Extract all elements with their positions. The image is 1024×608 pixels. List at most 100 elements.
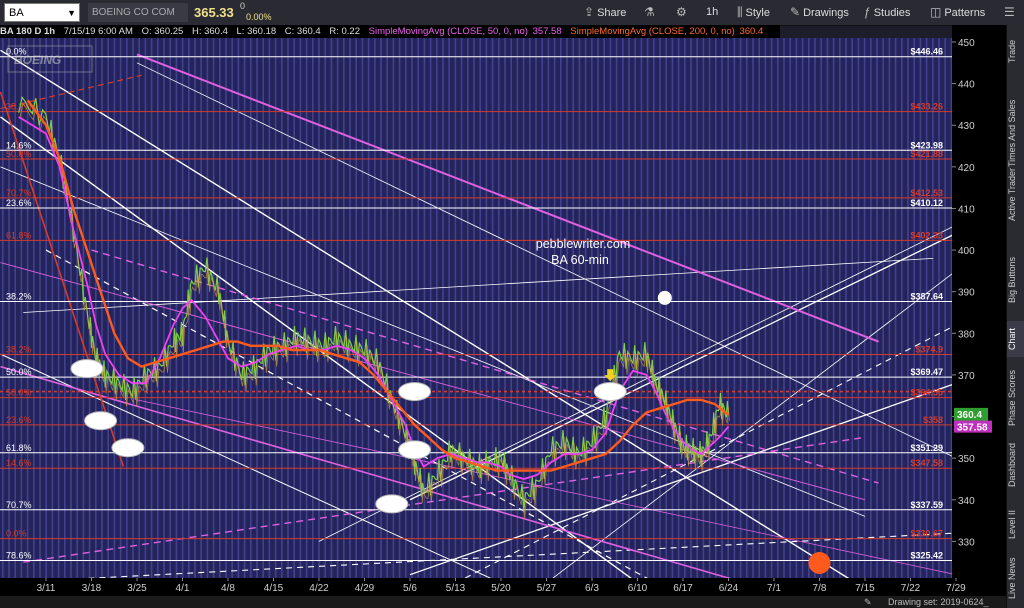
fib-price-label: $387.64: [910, 292, 943, 302]
interval-selector[interactable]: 1h: [706, 3, 718, 22]
grid-stripe: [225, 38, 227, 578]
grid-stripe: [126, 38, 128, 578]
price-axis[interactable]: 3203303403503603703803904004104204304404…: [952, 25, 1006, 590]
grid-stripe: [169, 38, 171, 578]
grid-stripe: [857, 38, 860, 578]
x-tick-label: 7/22: [901, 583, 921, 594]
grid-stripe: [57, 38, 60, 578]
grid-stripe: [702, 38, 705, 578]
x-tick-label: 7/1: [767, 583, 781, 594]
symbol-text: BA: [9, 7, 24, 19]
grid-stripe: [876, 38, 878, 578]
fib-price-label: $358: [923, 415, 943, 425]
grid-stripe: [795, 38, 798, 578]
company-name-field: BOEING CO COM: [88, 3, 188, 22]
studies-button[interactable]: ƒ Studies: [864, 3, 910, 22]
grid-stripe: [696, 38, 698, 578]
style-button[interactable]: ⫼ Style: [737, 3, 770, 22]
sidebar-tab-level-ii[interactable]: Level II: [1007, 499, 1024, 549]
grid-stripe: [597, 38, 599, 578]
grid-stripe: [374, 38, 376, 578]
grid-stripe: [733, 38, 736, 578]
bar-high: H: 360.4: [191, 26, 228, 37]
drawing-set-label[interactable]: Drawing set: 2019-0624_: [888, 596, 989, 608]
fib-price-label: $421.88: [910, 149, 943, 159]
grid-stripe: [752, 38, 754, 578]
bar-open: O: 360.25: [141, 26, 184, 37]
grid-stripe: [436, 38, 438, 578]
y-tick-label: 430: [958, 121, 975, 132]
studies-label: Studies: [873, 7, 911, 19]
x-tick-label: 4/8: [221, 583, 235, 594]
symbol-input[interactable]: BA ▼: [4, 3, 80, 22]
grid-stripe: [894, 38, 897, 578]
grid-stripe: [938, 38, 940, 578]
sidebar-tab-phase-scores[interactable]: Phase Scores: [1007, 365, 1024, 431]
grid-stripe: [944, 38, 946, 578]
price-axis-svg: 3203303403503603703803904004104204304404…: [952, 38, 992, 590]
fib-price-label: $402.33: [910, 230, 943, 240]
grid-stripe: [361, 38, 364, 578]
time-axis[interactable]: 3/11 3/18 3/25 4/1 4/8 4/15 4/22 4/29 5/6 5/13 5/2…: [0, 578, 1006, 596]
last-price: 365.33: [194, 5, 234, 20]
grid-stripe: [454, 38, 457, 578]
y-tick-label: 330: [958, 537, 975, 548]
grid-stripe: [113, 38, 116, 578]
drawings-button[interactable]: ✎ Drawings: [790, 3, 849, 22]
grid-stripe: [442, 38, 444, 578]
sidebar-tab-chart[interactable]: Chart: [1007, 321, 1024, 357]
pencil-icon: ✎: [864, 597, 872, 607]
chevron-down-icon[interactable]: ▼: [67, 4, 76, 23]
grid-stripe: [634, 38, 636, 578]
grid-stripe: [51, 38, 54, 578]
bar-close: C: 360.4: [284, 26, 321, 37]
current-price-tag-label: 360.4: [957, 410, 982, 421]
x-tick-label: 5/20: [491, 583, 511, 594]
grid-stripe: [355, 38, 357, 578]
sma50-label[interactable]: SimpleMovingAvg (CLOSE, 50, 0, no): [369, 26, 528, 37]
fib-price-label: $337.59: [910, 500, 943, 510]
marker-ellipse: [398, 440, 432, 460]
sma50-value: 357.58: [532, 26, 562, 37]
x-tick-label: 3/18: [82, 583, 102, 594]
sidebar-tab-big-buttons[interactable]: Big Buttons: [1007, 243, 1024, 317]
grid-stripe: [405, 38, 407, 578]
grid-stripe: [423, 38, 426, 578]
sidebar-tab-trade[interactable]: Trade: [1007, 31, 1024, 71]
fib-level-label: 23.6%: [6, 415, 32, 425]
marker-ellipse: [111, 438, 145, 458]
study-info-bar: BA 180 D 1h 7/15/19 6:00 AM O: 360.25 H:…: [0, 25, 780, 38]
flask-button[interactable]: ⚗: [644, 3, 658, 22]
share-button[interactable]: ⇪ Share: [584, 3, 626, 22]
annotation-circle: [657, 290, 672, 305]
chart-svg[interactable]: 0.0% $446.4638.2% $433.2614.6% $423.9850.0%…: [0, 38, 952, 578]
x-tick-label: 7/29: [946, 583, 966, 594]
fib-price-label: $410.12: [910, 198, 943, 208]
grid-stripe: [584, 38, 587, 578]
grid-stripe: [715, 38, 717, 578]
sidebar-tab-dashboard[interactable]: Dashboard: [1007, 435, 1024, 495]
sidebar-tab-live-news[interactable]: Live News: [1007, 553, 1024, 603]
grid-stripe: [510, 38, 512, 578]
grid-stripe: [64, 38, 66, 578]
chart-plot-area[interactable]: 0.0% $446.46 38.2% $433.26 14.6% $423.98 50.0%…: [0, 38, 952, 578]
y-tick-label: 390: [958, 288, 975, 299]
share-label: Share: [597, 7, 627, 19]
target-dot: [808, 552, 831, 575]
grid-stripe: [144, 38, 147, 578]
grid-stripe: [237, 38, 240, 578]
grid-stripe: [175, 38, 178, 578]
grid-stripe: [330, 38, 333, 578]
watermark-line1: pebblewriter.com: [536, 237, 631, 251]
sidebar-tab-active-trader[interactable]: Active Trader: [1007, 149, 1024, 239]
patterns-button[interactable]: ◫ Patterns: [930, 3, 985, 22]
settings-button[interactable]: ⚙: [676, 3, 690, 22]
fib-level-label: 14.6%: [6, 458, 32, 468]
sma200-label[interactable]: SimpleMovingAvg (CLOSE, 200, 0, no): [570, 26, 735, 37]
grid-stripe: [88, 38, 91, 578]
grid-stripe: [516, 38, 519, 578]
menu-button[interactable]: ☰: [1004, 3, 1018, 22]
grid-stripe: [541, 38, 543, 578]
trendline: [136, 62, 952, 457]
grid-stripe: [646, 38, 649, 578]
